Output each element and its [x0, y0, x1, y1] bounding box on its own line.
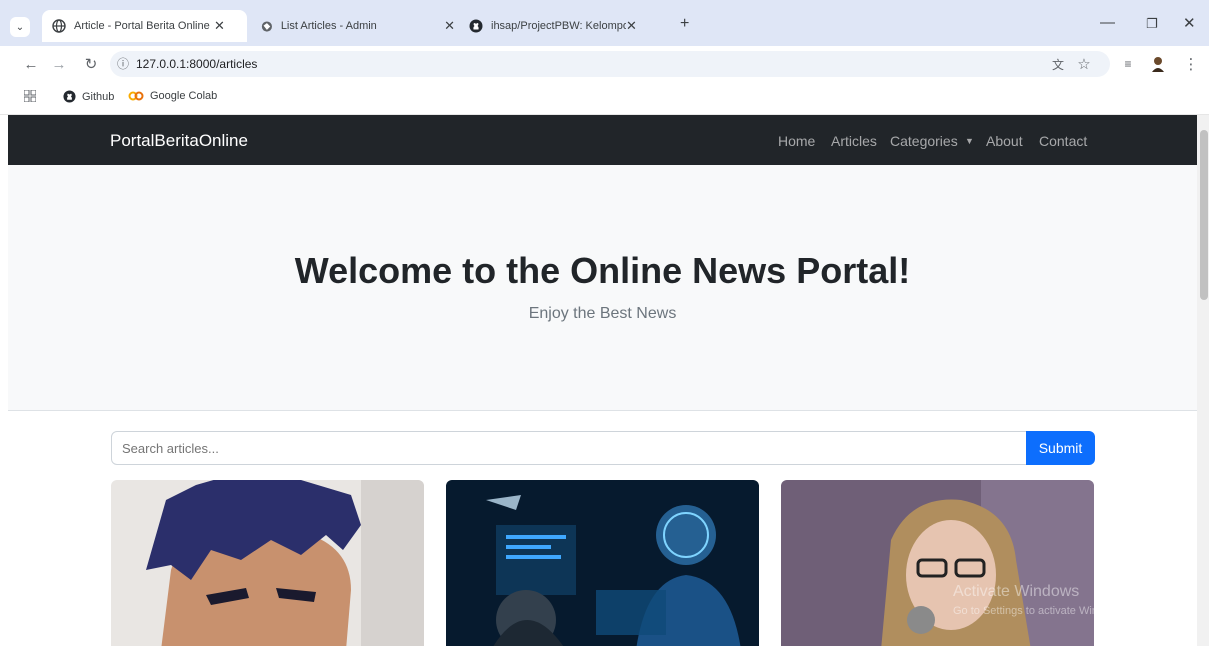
minimize-icon[interactable]: —: [1100, 14, 1115, 31]
bookmark-star-icon[interactable]: ☆: [1073, 53, 1095, 75]
bookmark-label: Google Colab: [150, 90, 218, 102]
hero-subtitle: Enjoy the Best News: [528, 305, 677, 322]
close-icon[interactable]: ✕: [626, 18, 637, 34]
tab-search-button[interactable]: ⌄: [10, 17, 30, 37]
tab-label: ihsap/ProjectPBW: Kelompok 1...: [491, 20, 626, 32]
nav-contact[interactable]: Contact: [1039, 133, 1087, 149]
article-card-image[interactable]: [111, 480, 424, 646]
globe-icon: [52, 19, 66, 33]
tab-label: Article - Portal Berita Online: [74, 20, 210, 32]
search-input[interactable]: [111, 431, 1027, 465]
menu-icon[interactable]: ⋮: [1180, 53, 1202, 75]
caret-down-icon[interactable]: ▼: [965, 136, 974, 146]
tab-label: List Articles - Admin: [280, 20, 377, 32]
forward-icon: →: [51, 55, 67, 73]
bookmark-github[interactable]: Github: [63, 90, 114, 103]
page-viewport: PortalBeritaOnline Home Articles Categor…: [8, 115, 1197, 646]
url-text[interactable]: 127.0.0.1:8000/articles: [136, 57, 257, 71]
hero-section: Welcome to the Online News Portal! Enjoy…: [8, 165, 1197, 411]
article-card-image[interactable]: [446, 480, 759, 646]
scrollbar-thumb[interactable]: [1200, 130, 1208, 300]
article-card-image[interactable]: [781, 480, 1094, 646]
submit-button[interactable]: Submit: [1026, 431, 1095, 465]
nav-articles[interactable]: Articles: [831, 133, 877, 149]
maximize-icon[interactable]: ❐: [1146, 16, 1158, 32]
close-icon[interactable]: ✕: [214, 18, 225, 34]
tab-bar: ⌄ Article - Portal Berita Online ✕ List …: [0, 0, 1209, 46]
apps-grid-icon[interactable]: [24, 90, 36, 102]
bookmark-label: Github: [82, 90, 115, 103]
tab-admin[interactable]: List Articles - Admin ✕: [255, 10, 455, 42]
github-icon: [63, 90, 76, 103]
hero-title: Welcome to the Online News Portal!: [294, 250, 911, 291]
site-brand[interactable]: PortalBeritaOnline: [110, 131, 248, 151]
windows-watermark-subtitle: Go to Settings to activate Windows.: [953, 605, 1127, 617]
tab-github[interactable]: ihsap/ProjectPBW: Kelompok 1... ✕: [463, 10, 673, 42]
address-bar[interactable]: [110, 51, 1110, 77]
windows-watermark-title: Activate Windows: [953, 583, 1080, 600]
globe-icon: [261, 20, 272, 32]
nav-home[interactable]: Home: [778, 133, 815, 149]
site-info-icon[interactable]: ⓘ: [117, 55, 129, 72]
close-icon[interactable]: ✕: [444, 18, 455, 34]
bookmark-google-colab[interactable]: Google Colab: [128, 90, 217, 102]
profile-avatar-icon[interactable]: [1147, 53, 1169, 75]
back-icon[interactable]: ←: [20, 53, 42, 75]
close-window-icon[interactable]: ✕: [1183, 14, 1196, 32]
translate-icon[interactable]: 文: [1047, 53, 1069, 75]
github-icon: [469, 19, 483, 33]
site-navbar: PortalBeritaOnline Home Articles Categor…: [8, 115, 1197, 165]
colab-icon: [128, 91, 144, 101]
new-tab-button[interactable]: +: [680, 15, 689, 33]
reload-icon[interactable]: ↻: [80, 53, 102, 75]
nav-categories[interactable]: Categories: [890, 133, 958, 149]
tab-article[interactable]: Article - Portal Berita Online ✕: [42, 10, 247, 42]
reading-list-icon[interactable]: ≡: [1117, 53, 1139, 75]
nav-about[interactable]: About: [986, 133, 1023, 149]
bookmarks-bar: Github Google Colab: [0, 84, 1209, 115]
